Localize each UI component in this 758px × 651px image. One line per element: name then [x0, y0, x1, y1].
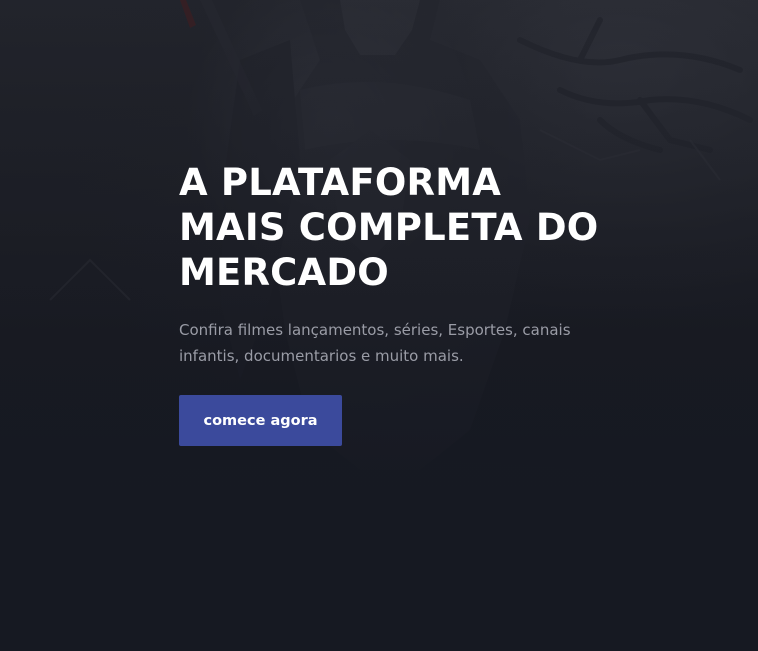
hero-content: A PLATAFORMA MAIS COMPLETA DO MERCADO Co…: [179, 160, 649, 446]
hero-title-line-2: MAIS COMPLETA DO: [179, 206, 599, 249]
hero-title-line-1: A PLATAFORMA: [179, 161, 502, 204]
hero-subtitle: Confira filmes lançamentos, séries, Espo…: [179, 321, 571, 365]
hero-title-line-3: MERCADO: [179, 251, 389, 294]
hero-section: A PLATAFORMA MAIS COMPLETA DO MERCADO Co…: [0, 0, 758, 651]
hero-title: A PLATAFORMA MAIS COMPLETA DO MERCADO: [179, 160, 649, 295]
start-now-button[interactable]: comece agora: [179, 395, 342, 446]
